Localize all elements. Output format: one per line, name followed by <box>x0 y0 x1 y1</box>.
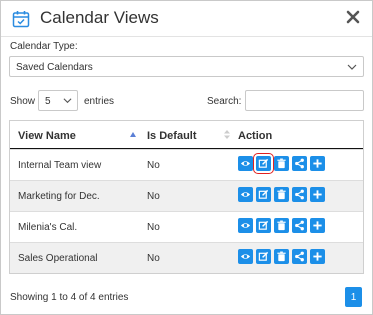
edit-icon <box>258 251 269 262</box>
table-info: Showing 1 to 4 of 4 entries <box>10 292 129 303</box>
view-icon <box>240 251 251 262</box>
table-row: Milenia's Cal. No <box>10 211 363 242</box>
edit-icon <box>258 189 269 200</box>
table-row: Sales Operational No <box>10 242 363 273</box>
column-header-is-default[interactable]: Is Default <box>147 130 197 142</box>
chevron-down-icon <box>63 96 72 105</box>
table-row: Marketing for Dec. No <box>10 180 363 211</box>
view-name-cell: Internal Team view <box>18 160 102 171</box>
view-icon <box>240 220 251 231</box>
is-default-cell: No <box>147 191 160 202</box>
share-icon <box>294 220 305 231</box>
delete-button[interactable] <box>274 249 289 264</box>
edit-button[interactable] <box>256 187 271 202</box>
share-icon <box>294 251 305 262</box>
share-icon <box>294 158 305 169</box>
entries-length-select[interactable]: 5 <box>38 90 78 111</box>
column-header-view-name[interactable]: View Name <box>18 130 76 142</box>
calendar-type-value: Saved Calendars <box>16 62 93 73</box>
entries-label: entries <box>84 96 115 107</box>
edit-button[interactable] <box>256 218 271 233</box>
add-button[interactable] <box>310 187 325 202</box>
delete-icon <box>276 158 287 169</box>
entries-length-value: 5 <box>45 96 51 107</box>
share-button[interactable] <box>292 218 307 233</box>
share-button[interactable] <box>292 249 307 264</box>
close-icon[interactable] <box>346 10 360 24</box>
is-default-cell: No <box>147 253 160 264</box>
sort-ascending-icon[interactable] <box>130 130 136 137</box>
view-name-cell: Sales Operational <box>18 253 98 264</box>
edit-icon <box>258 158 269 169</box>
add-icon <box>312 158 323 169</box>
header-divider <box>1 36 372 37</box>
edit-icon <box>258 220 269 231</box>
edit-button[interactable] <box>253 153 274 174</box>
add-button[interactable] <box>310 218 325 233</box>
dialog-header: Calendar Views <box>1 1 372 37</box>
add-icon <box>312 251 323 262</box>
view-icon <box>240 189 251 200</box>
view-button[interactable] <box>238 156 253 171</box>
view-button[interactable] <box>238 187 253 202</box>
view-button[interactable] <box>238 218 253 233</box>
delete-button[interactable] <box>274 218 289 233</box>
delete-icon <box>276 251 287 262</box>
dialog-title: Calendar Views <box>40 8 159 27</box>
is-default-cell: No <box>147 222 160 233</box>
column-header-action: Action <box>238 130 273 142</box>
is-default-cell: No <box>147 160 160 171</box>
search-label: Search: <box>207 96 242 107</box>
add-button[interactable] <box>310 249 325 264</box>
calendar-views-dialog: Calendar Views Calendar Type: Saved Cale… <box>0 0 373 315</box>
search-input[interactable] <box>245 90 364 111</box>
calendar-type-select[interactable]: Saved Calendars <box>9 56 364 77</box>
delete-button[interactable] <box>274 187 289 202</box>
sort-both-icon[interactable] <box>224 130 230 139</box>
table-row: Internal Team view No <box>10 149 363 180</box>
table-header: View Name Is Default Action <box>10 121 363 149</box>
view-name-cell: Marketing for Dec. <box>18 191 100 202</box>
pagination-page-1[interactable]: 1 <box>345 287 362 307</box>
calendar-check-icon <box>12 10 30 28</box>
edit-button[interactable] <box>256 249 271 264</box>
share-button[interactable] <box>292 156 307 171</box>
chevron-down-icon <box>347 62 357 72</box>
add-icon <box>312 189 323 200</box>
delete-icon <box>276 189 287 200</box>
share-button[interactable] <box>292 187 307 202</box>
add-icon <box>312 220 323 231</box>
calendar-type-label: Calendar Type: <box>10 41 78 52</box>
delete-button[interactable] <box>274 156 289 171</box>
view-button[interactable] <box>238 249 253 264</box>
view-icon <box>240 158 251 169</box>
calendar-views-table: View Name Is Default Action Internal Tea… <box>9 120 364 274</box>
share-icon <box>294 189 305 200</box>
delete-icon <box>276 220 287 231</box>
view-name-cell: Milenia's Cal. <box>18 222 78 233</box>
show-label: Show <box>10 96 36 107</box>
add-button[interactable] <box>310 156 325 171</box>
